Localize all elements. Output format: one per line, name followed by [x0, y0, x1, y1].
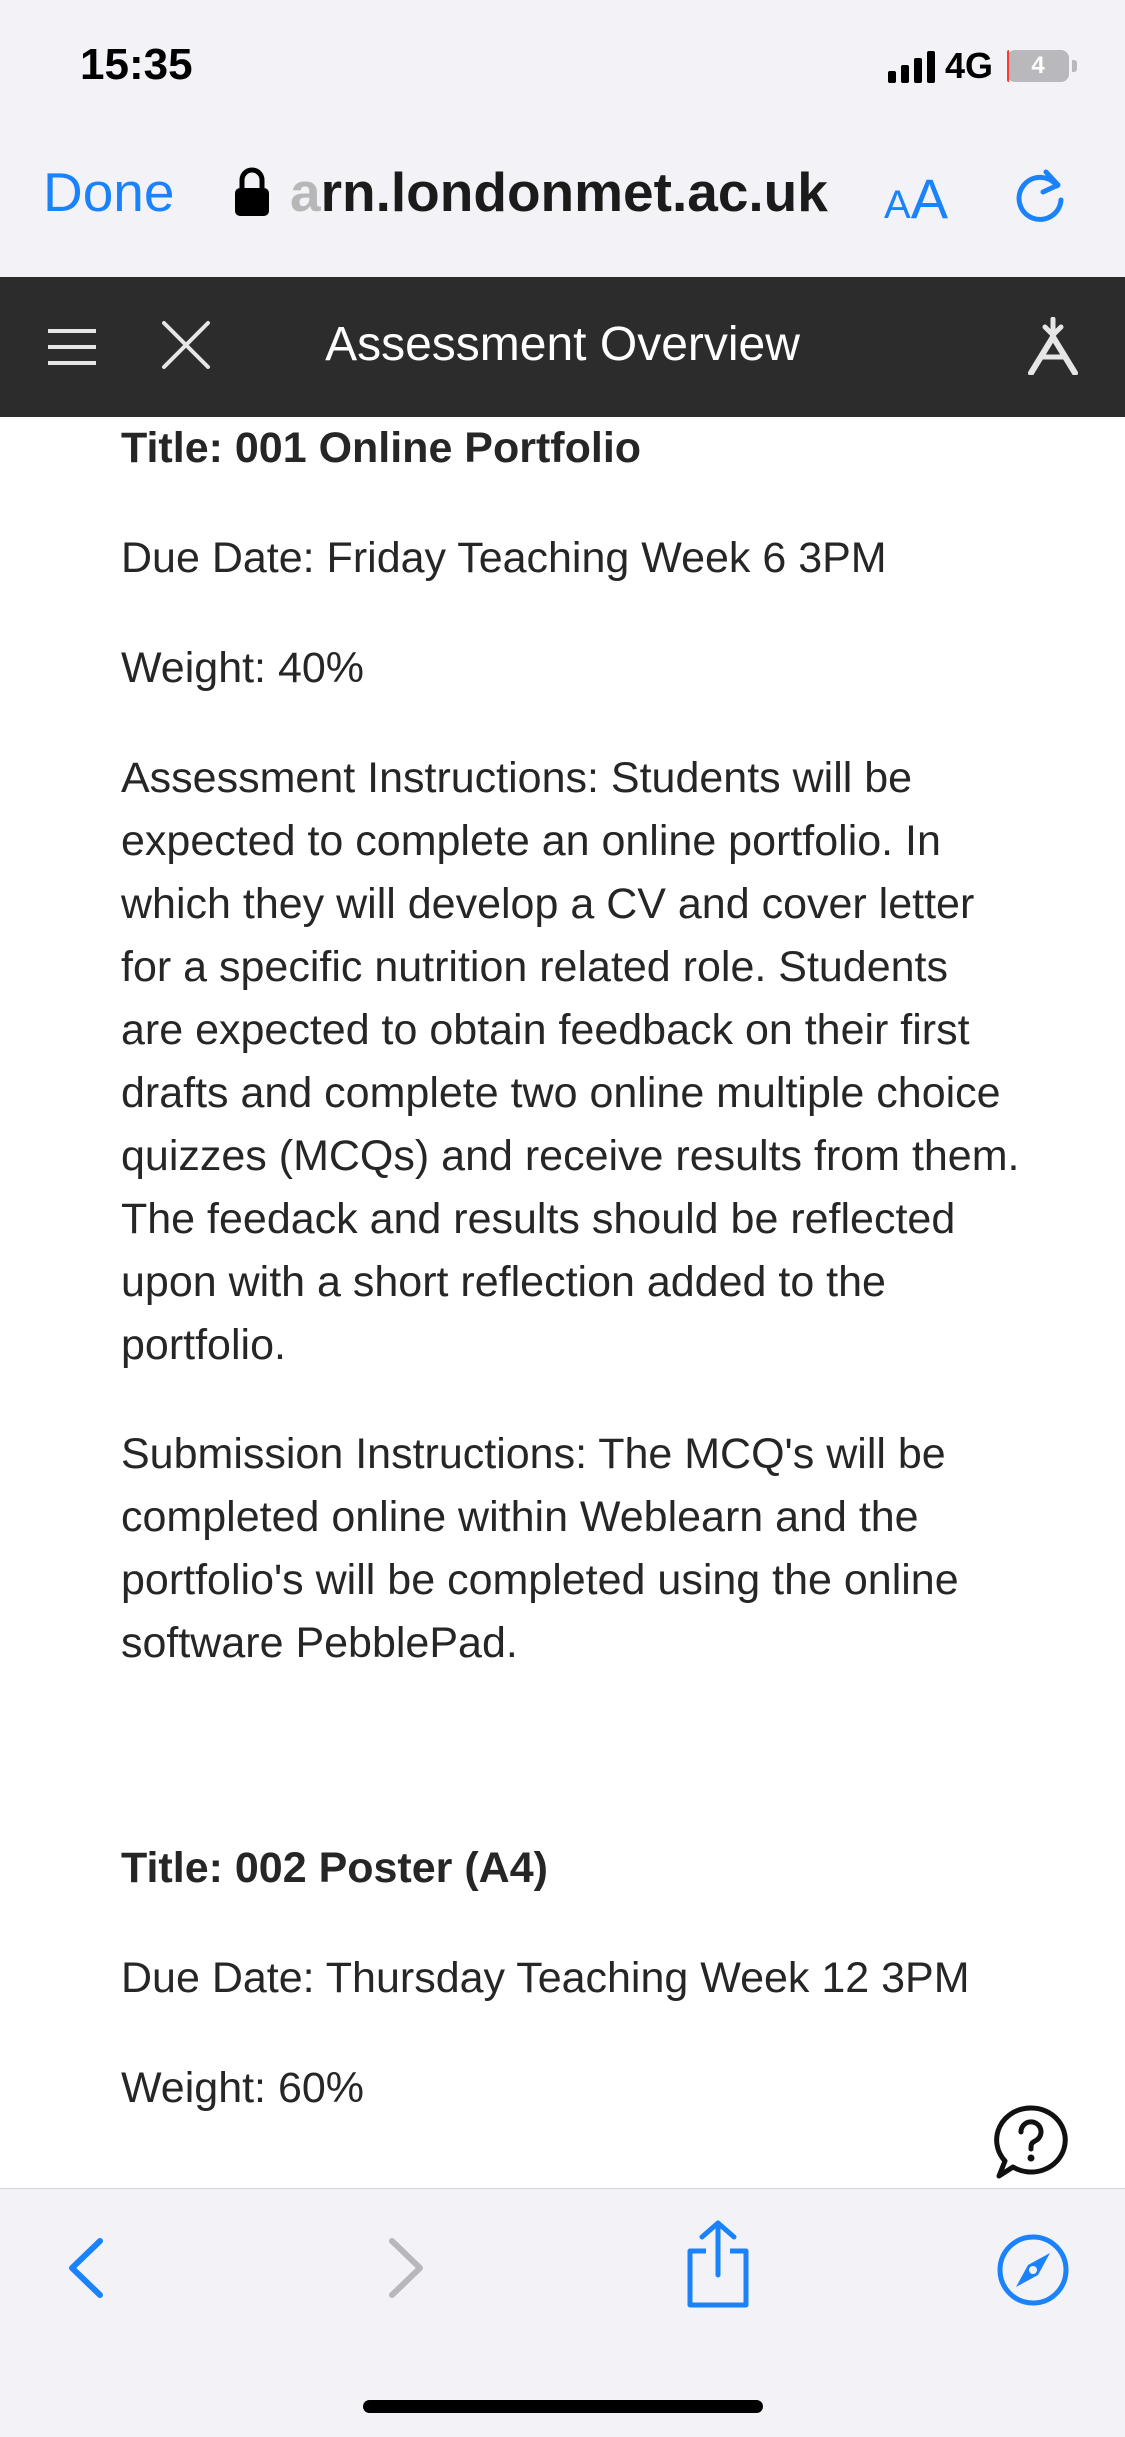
url-domain: rn.londonmet.ac.uk — [320, 161, 828, 223]
lock-icon — [235, 167, 269, 216]
chevron-right-icon[interactable] — [378, 2235, 432, 2301]
assessment-title: Title: 002 Poster (A4) — [121, 1844, 548, 1892]
battery-fill — [1007, 50, 1010, 82]
cellular-signal-icon — [887, 49, 935, 83]
share-icon[interactable] — [684, 2219, 752, 2309]
assessment-due-date: Due Date: Thursday Teaching Week 12 3PM — [121, 1954, 970, 2002]
assessment-title: Title: 001 Online Portfolio — [121, 424, 642, 472]
assessment-weight: Weight: 60% — [121, 2064, 365, 2112]
text-size-small-a: A — [884, 183, 911, 227]
compass-icon[interactable] — [996, 2233, 1070, 2307]
network-type: 4G — [944, 45, 993, 86]
battery-cap — [1072, 60, 1077, 72]
url-text: arn.londonmet.ac.uk — [290, 160, 828, 224]
battery-icon: 4 — [1007, 50, 1069, 82]
battery-level: 4 — [1031, 52, 1045, 79]
text-size-big-a: A — [910, 167, 949, 230]
help-icon[interactable] — [993, 2104, 1069, 2180]
done-button[interactable]: Done — [43, 160, 174, 224]
accessibility-icon[interactable] — [1025, 317, 1081, 375]
assessment-weight: Weight: 40% — [121, 644, 365, 692]
assessment-due-date: Due Date: Friday Teaching Week 6 3PM — [121, 534, 887, 582]
reload-icon[interactable] — [1008, 164, 1072, 228]
text-size-button[interactable]: AA — [884, 166, 948, 231]
home-indicator — [363, 2400, 763, 2413]
page-title: Assessment Overview — [325, 318, 800, 371]
url-faded-prefix: a — [290, 161, 321, 223]
status-time: 15:35 — [80, 40, 193, 89]
browser-bar: Done arn.londonmet.ac.uk AA — [0, 130, 1125, 277]
app-header: Assessment Overview — [0, 277, 1125, 417]
submission-instructions: Submission Instructions: The MCQ's will … — [121, 1430, 959, 1667]
status-indicators: 4G 4 — [887, 45, 1077, 86]
status-bar: 15:35 4G 4 — [0, 0, 1125, 130]
chevron-left-icon[interactable] — [60, 2235, 114, 2301]
url-bar[interactable]: arn.londonmet.ac.uk — [232, 160, 828, 224]
assessment-instructions: Assessment Instructions: Students will b… — [121, 754, 1020, 1369]
